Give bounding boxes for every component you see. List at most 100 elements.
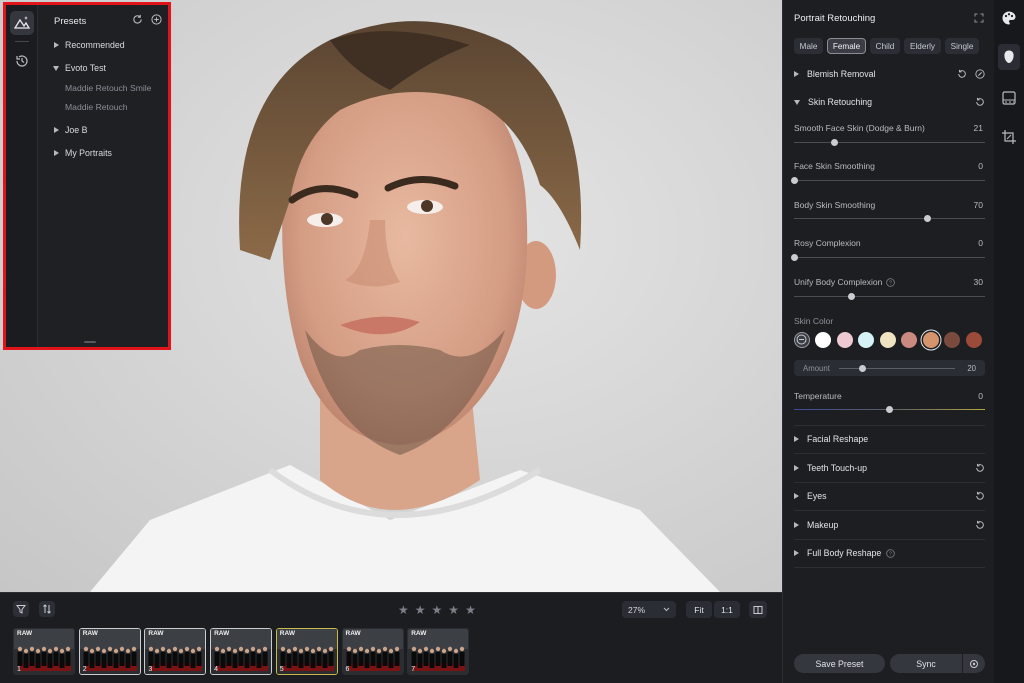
preset-item[interactable]: Maddie Retouch Smile bbox=[65, 83, 151, 93]
crop-tool-icon[interactable] bbox=[1001, 129, 1017, 145]
face-skin-smoothing-slider[interactable] bbox=[790, 177, 985, 184]
photo-thumbnail[interactable]: RAW 6 bbox=[341, 628, 404, 675]
slider-thumb[interactable] bbox=[830, 139, 838, 146]
slider-thumb[interactable] bbox=[886, 406, 893, 413]
help-icon[interactable]: ? bbox=[886, 548, 896, 558]
slider-value: 70 bbox=[973, 200, 983, 210]
skin-color-label: Skin Color bbox=[794, 316, 834, 326]
palette-icon[interactable] bbox=[1001, 10, 1017, 26]
ai-presets-tab[interactable] bbox=[10, 11, 34, 35]
divider bbox=[794, 539, 985, 540]
section-full-body-reshape[interactable]: Full Body Reshape ? bbox=[794, 546, 985, 560]
raw-badge: RAW bbox=[214, 630, 230, 637]
refresh-icon[interactable] bbox=[132, 14, 143, 25]
photo-thumbnail[interactable]: RAW 5 bbox=[275, 628, 338, 675]
slider-label: Face Skin Smoothing bbox=[794, 161, 875, 171]
unify-body-complexion-slider[interactable] bbox=[794, 293, 985, 300]
add-preset-icon[interactable] bbox=[151, 14, 162, 25]
star-icon[interactable]: ★ bbox=[465, 603, 476, 617]
photo-thumbnail[interactable]: RAW 7 bbox=[407, 628, 470, 675]
reset-icon[interactable] bbox=[975, 463, 985, 473]
swatch-none[interactable] bbox=[794, 332, 810, 348]
star-icon[interactable]: ★ bbox=[398, 603, 409, 617]
one-to-one-button[interactable]: 1:1 bbox=[714, 601, 740, 618]
slider-thumb[interactable] bbox=[790, 177, 798, 184]
section-label: Full Body Reshape bbox=[807, 548, 882, 558]
edit-brush-icon[interactable] bbox=[975, 69, 985, 79]
skin-color-swatch[interactable] bbox=[944, 332, 960, 348]
star-icon[interactable]: ★ bbox=[415, 603, 426, 617]
history-tab[interactable] bbox=[10, 49, 34, 73]
subject-single-tab[interactable]: Single bbox=[945, 38, 979, 54]
reset-icon[interactable] bbox=[975, 97, 985, 107]
panel-resize-handle[interactable] bbox=[84, 341, 96, 343]
svg-text:?: ? bbox=[889, 280, 892, 286]
raw-badge: RAW bbox=[279, 630, 295, 637]
reset-icon[interactable] bbox=[975, 491, 985, 501]
presets-panel: Presets Recommended Evoto Test Maddie Re… bbox=[3, 2, 171, 350]
skin-color-swatch[interactable] bbox=[815, 332, 831, 348]
sort-button[interactable] bbox=[39, 601, 55, 617]
slider-value: 30 bbox=[973, 277, 983, 287]
filter-button[interactable] bbox=[13, 601, 29, 617]
photo-thumbnail[interactable]: RAW 4 bbox=[210, 628, 273, 675]
slider-value: 0 bbox=[978, 161, 983, 171]
section-blemish-removal[interactable]: Blemish Removal bbox=[794, 67, 985, 81]
photo-thumbnail[interactable]: RAW 1 bbox=[13, 628, 75, 675]
section-facial-reshape[interactable]: Facial Reshape bbox=[794, 432, 985, 446]
subject-male-tab[interactable]: Male bbox=[794, 38, 823, 54]
section-teeth-touchup[interactable]: Teeth Touch-up bbox=[794, 461, 985, 475]
sync-settings-button[interactable] bbox=[963, 654, 985, 673]
amount-slider[interactable] bbox=[839, 365, 955, 372]
reset-icon[interactable] bbox=[957, 69, 967, 79]
preset-folder-joe-b[interactable]: Joe B bbox=[54, 125, 88, 135]
preset-folder-my-portraits[interactable]: My Portraits bbox=[54, 148, 112, 158]
body-skin-smoothing-slider[interactable] bbox=[794, 215, 985, 222]
subject-child-tab[interactable]: Child bbox=[870, 38, 900, 54]
skin-color-swatch[interactable] bbox=[836, 332, 853, 348]
expand-icon[interactable] bbox=[974, 13, 984, 23]
subject-female-tab[interactable]: Female bbox=[827, 38, 866, 54]
help-icon[interactable]: ? bbox=[886, 277, 896, 287]
section-skin-retouching[interactable]: Skin Retouching bbox=[794, 95, 985, 109]
divider bbox=[794, 453, 985, 454]
skin-color-swatch[interactable] bbox=[965, 332, 982, 348]
panel-title: Portrait Retouching bbox=[794, 13, 876, 24]
save-preset-button[interactable]: Save Preset bbox=[794, 654, 885, 673]
background-tool-icon[interactable] bbox=[1001, 90, 1017, 106]
subject-elderly-tab[interactable]: Elderly bbox=[904, 38, 941, 54]
reset-icon[interactable] bbox=[975, 520, 985, 530]
thumbnail-number: 1 bbox=[17, 666, 21, 673]
rating-stars[interactable]: ★ ★ ★ ★ ★ bbox=[398, 603, 476, 617]
section-eyes[interactable]: Eyes bbox=[794, 489, 985, 503]
slider-thumb[interactable] bbox=[847, 293, 855, 300]
temperature-slider[interactable] bbox=[794, 406, 985, 413]
amount-control[interactable]: Amount 20 bbox=[794, 360, 985, 376]
preset-item[interactable]: Maddie Retouch bbox=[65, 102, 128, 112]
slider-thumb[interactable] bbox=[858, 365, 866, 372]
star-icon[interactable]: ★ bbox=[448, 603, 459, 617]
fit-button[interactable]: Fit bbox=[686, 601, 712, 618]
photo-thumbnail[interactable]: RAW 3 bbox=[144, 628, 207, 675]
slider-thumb[interactable] bbox=[790, 254, 798, 261]
photo-thumbnail[interactable]: RAW 2 bbox=[78, 628, 141, 675]
slider-thumb[interactable] bbox=[924, 215, 932, 222]
skin-color-swatch[interactable] bbox=[879, 332, 896, 348]
skin-color-swatch[interactable] bbox=[901, 332, 917, 348]
skin-color-swatch[interactable] bbox=[922, 332, 939, 348]
section-makeup[interactable]: Makeup bbox=[794, 518, 985, 532]
smooth-face-skin-slider[interactable] bbox=[794, 139, 985, 146]
star-icon[interactable]: ★ bbox=[432, 603, 443, 617]
zoom-select[interactable]: 27% bbox=[622, 601, 676, 618]
section-label: Facial Reshape bbox=[807, 434, 869, 444]
divider bbox=[794, 425, 985, 426]
preset-folder-recommended[interactable]: Recommended bbox=[54, 40, 125, 50]
no-color-icon bbox=[796, 334, 807, 345]
sync-button[interactable]: Sync bbox=[890, 654, 962, 673]
compare-button[interactable] bbox=[749, 601, 767, 618]
preset-folder-evoto-test[interactable]: Evoto Test bbox=[53, 63, 106, 73]
face-retouch-icon[interactable] bbox=[1001, 49, 1017, 65]
skin-color-swatch[interactable] bbox=[858, 332, 874, 348]
rosy-complexion-slider[interactable] bbox=[790, 254, 985, 261]
raw-badge: RAW bbox=[411, 630, 427, 637]
